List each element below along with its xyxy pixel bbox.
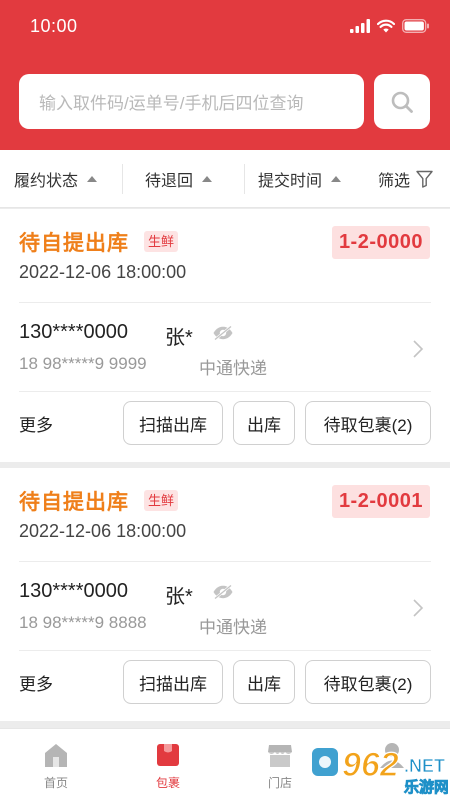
recipient-name: 张* [165,586,193,608]
caret-up-icon [331,176,342,182]
fresh-tag: 生鲜 [144,490,179,511]
filter-divider [122,164,123,194]
package-icon [157,744,179,766]
status-icons [350,18,430,34]
pickup-code: 1-2-0000 [331,226,430,259]
svg-text:乐游网: 乐游网 [404,778,448,796]
filter-label: 履约状态 [14,173,79,190]
svg-text:962: 962 [342,746,399,784]
pickup-code: 1-2-0001 [331,485,430,518]
divider [19,391,431,392]
eye-hidden-icon[interactable] [212,325,234,341]
filter-pending-return[interactable]: 待退回 [145,150,213,208]
search-input[interactable]: 输入取件码/运单号/手机后四位查询 [19,74,364,129]
more-link[interactable]: 更多 [19,670,53,695]
search-button[interactable] [374,74,430,129]
courier-name: 中通快递 [199,618,267,637]
header: 10:00 输入取件码/运单号/手机后四位查询 [0,0,450,150]
parcel-time: 2022-12-06 18:00:00 [19,262,187,282]
search-icon [391,91,413,113]
filter-label: 提交时间 [258,173,323,190]
scan-checkout-button[interactable]: 扫描出库 [123,660,223,704]
checkout-button[interactable]: 出库 [233,660,295,704]
tab-label: 包裹 [155,776,180,790]
svg-text:.NET: .NET [404,756,445,776]
filter-button[interactable]: 筛选 [378,150,433,208]
filter-submit-time[interactable]: 提交时间 [258,150,342,208]
caret-up-icon [87,176,98,182]
pending-parcels-button[interactable]: 待取包裹(2) [305,401,431,445]
status-bar: 10:00 [0,0,450,52]
more-link[interactable]: 更多 [19,411,53,436]
caret-up-icon [202,176,213,182]
divider [19,302,431,303]
courier-name: 中通快递 [199,359,267,378]
filter-label: 待退回 [145,173,194,190]
divider [19,561,431,562]
battery-icon [402,19,429,33]
parcel-time: 2022-12-06 18:00:00 [19,521,187,541]
checkout-button[interactable]: 出库 [233,401,295,445]
tab-label: 首页 [43,776,68,790]
funnel-icon [416,170,433,188]
fresh-tag: 生鲜 [144,231,179,252]
filter-divider [244,164,245,194]
filter-label: 筛选 [378,173,411,190]
tracking-number: 18 98*****9 9999 [19,354,147,373]
status-time: 10:00 [30,16,78,36]
pending-parcels-button[interactable]: 待取包裹(2) [305,660,431,704]
search-placeholder: 输入取件码/运单号/手机后四位查询 [39,94,304,113]
home-icon [45,744,67,767]
tab-package[interactable]: 包裹 [133,729,203,800]
tracking-number: 18 98*****9 8888 [19,613,147,632]
filter-fulfillment-status[interactable]: 履约状态 [14,150,98,208]
store-icon [268,745,292,767]
scan-checkout-button[interactable]: 扫描出库 [123,401,223,445]
watermark-logo: 962 .NET 乐游网 [312,745,448,796]
filter-bar: 履约状态 待退回 提交时间 筛选 [0,150,450,208]
eye-hidden-icon[interactable] [212,584,234,600]
chevron-right-icon[interactable] [412,598,424,618]
recipient-name: 张* [165,327,193,349]
tab-store[interactable]: 门店 [245,729,315,800]
tab-label: 门店 [267,776,292,790]
recipient-phone: 130****0000 [19,321,128,343]
signal-icon [350,19,370,33]
divider [19,650,431,651]
parcel-status: 待自提出库 [19,232,129,255]
parcel-card: 待自提出库 生鲜 1-2-0000 2022-12-06 18:00:00 13… [0,209,450,462]
wifi-icon [377,19,395,33]
tab-home[interactable]: 首页 [21,729,91,800]
parcel-card: 待自提出库 生鲜 1-2-0001 2022-12-06 18:00:00 13… [0,468,450,721]
chevron-right-icon[interactable] [412,339,424,359]
recipient-phone: 130****0000 [19,580,128,602]
parcel-status: 待自提出库 [19,491,129,514]
